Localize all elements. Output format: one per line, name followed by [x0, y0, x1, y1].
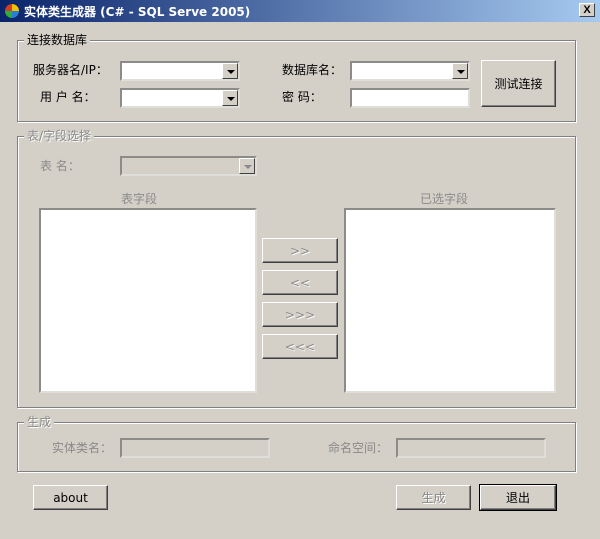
user-label: 用 户 名： [40, 90, 96, 104]
remove-field-button[interactable]: << [262, 270, 338, 295]
database-label: 数据库名： [282, 63, 343, 77]
test-connection-button[interactable]: 测试连接 [481, 60, 556, 107]
selected-fields-label: 已选字段 [420, 192, 469, 206]
add-all-fields-button[interactable]: >>> [262, 302, 338, 327]
table-label: 表 名： [40, 159, 80, 173]
remove-all-fields-button[interactable]: <<< [262, 334, 338, 359]
window-title: 实体类生成器 (C# - SQL Serve 2005) [24, 5, 251, 19]
server-chevron-down-icon[interactable] [222, 63, 238, 79]
class-name-label: 实体类名： [52, 441, 113, 455]
table-chevron-down-icon[interactable] [239, 158, 255, 174]
app-icon [5, 4, 19, 18]
table-combo[interactable] [120, 156, 257, 176]
password-label: 密 码： [282, 90, 322, 104]
main-window: 实体类生成器 (C# - SQL Serve 2005) X 连接数据库 服务器… [0, 0, 600, 539]
database-combo[interactable] [350, 61, 470, 81]
about-button[interactable]: about [33, 485, 108, 510]
namespace-input[interactable] [396, 438, 546, 458]
generate-group-title: 生成 [24, 415, 55, 429]
database-chevron-down-icon[interactable] [452, 63, 468, 79]
password-input[interactable] [350, 88, 470, 108]
namespace-label: 命名空间： [328, 441, 389, 455]
selected-fields-listbox[interactable] [344, 208, 556, 393]
fields-listbox[interactable] [39, 208, 257, 393]
add-field-button[interactable]: >> [262, 238, 338, 263]
connection-group-title: 连接数据库 [24, 33, 91, 47]
server-label: 服务器名/IP： [33, 63, 108, 77]
class-name-input[interactable] [120, 438, 270, 458]
table-fields-group-title: 表/字段选择 [24, 129, 95, 143]
server-combo[interactable] [120, 61, 240, 81]
exit-button[interactable]: 退出 [479, 484, 557, 511]
fields-label: 表字段 [121, 192, 158, 206]
title-bar[interactable]: 实体类生成器 (C# - SQL Serve 2005) X [0, 0, 600, 22]
user-combo[interactable] [120, 88, 240, 108]
user-chevron-down-icon[interactable] [222, 90, 238, 106]
close-button[interactable]: X [579, 3, 595, 17]
generate-button[interactable]: 生成 [396, 485, 471, 510]
